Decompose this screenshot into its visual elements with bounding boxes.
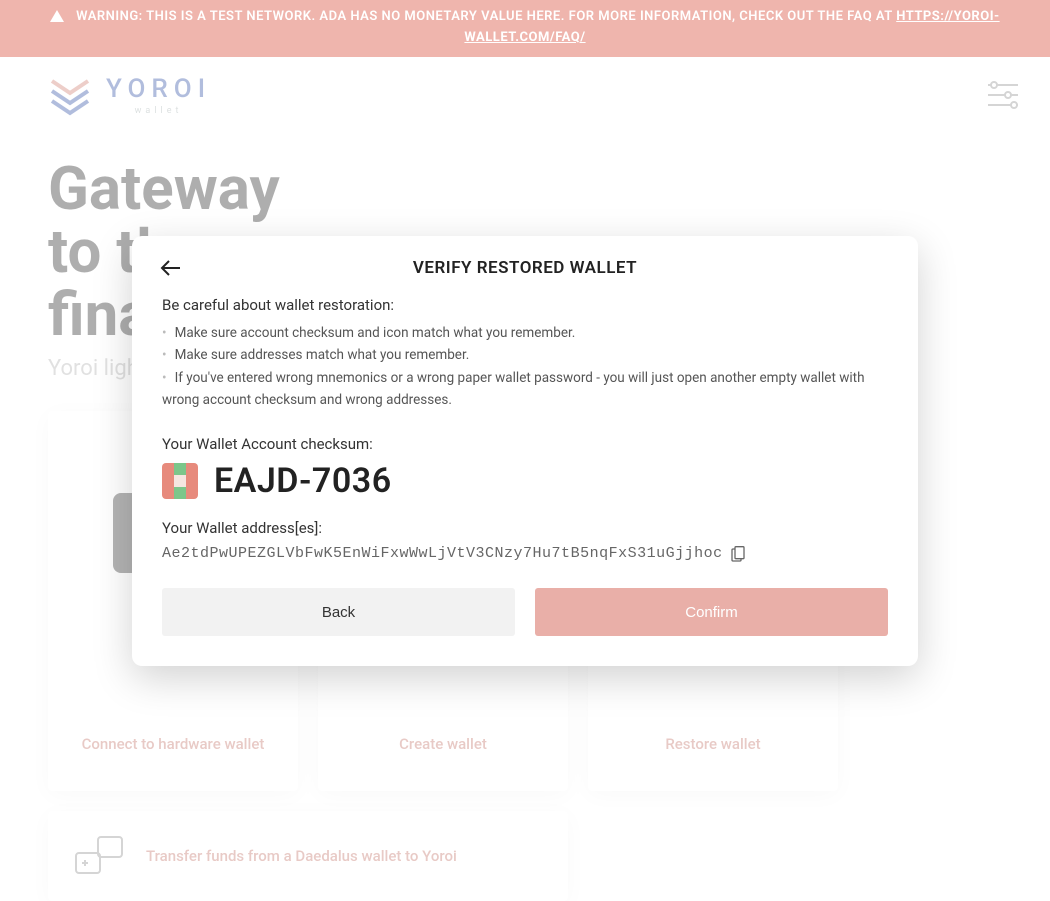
warning-item: Make sure addresses match what you remem… <box>162 344 888 366</box>
wallet-plate-icon <box>162 463 198 499</box>
restoration-warning-list: Make sure account checksum and icon matc… <box>162 322 888 417</box>
confirm-button[interactable]: Confirm <box>535 588 888 636</box>
restoration-warning-title: Be careful about wallet restoration: <box>162 296 888 314</box>
modal-button-row: Back Confirm <box>162 588 888 636</box>
warning-item: If you've entered wrong mnemonics or a w… <box>162 367 888 412</box>
warning-item: Make sure account checksum and icon matc… <box>162 322 888 344</box>
back-button[interactable]: Back <box>162 588 515 636</box>
address-row: Ae2tdPwUPEZGLVbFwK5EnWiFxwWwLjVtV3CNzy7H… <box>162 545 888 562</box>
copy-icon[interactable] <box>731 546 745 562</box>
address-label: Your Wallet address[es]: <box>162 519 888 537</box>
checksum-row: EAJD-7036 <box>162 461 888 501</box>
checksum-value: EAJD-7036 <box>214 461 392 501</box>
checksum-label: Your Wallet Account checksum: <box>162 435 888 453</box>
wallet-address: Ae2tdPwUPEZGLVbFwK5EnWiFxwWwLjVtV3CNzy7H… <box>162 545 723 562</box>
verify-restored-wallet-modal: VERIFY RESTORED WALLET Be careful about … <box>132 236 918 666</box>
modal-title: VERIFY RESTORED WALLET <box>162 258 888 278</box>
modal-backdrop: VERIFY RESTORED WALLET Be careful about … <box>0 0 1050 888</box>
back-arrow-icon[interactable] <box>160 260 182 276</box>
